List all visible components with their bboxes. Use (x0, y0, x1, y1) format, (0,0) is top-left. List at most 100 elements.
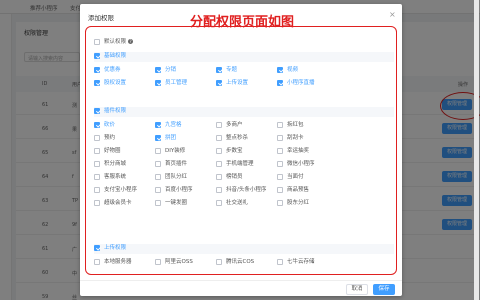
permission-item[interactable]: 客服系统 (94, 173, 154, 183)
permission-item[interactable]: 小程序直播 (277, 79, 337, 89)
cancel-button[interactable]: 取消 (346, 284, 368, 295)
checkbox[interactable] (216, 187, 222, 193)
permission-item[interactable]: 榜销员 (216, 173, 276, 183)
permission-item[interactable]: 幸运抽奖 (277, 147, 337, 157)
permission-item[interactable]: 手机端管理 (216, 160, 276, 170)
checkbox-label: 首页插件 (165, 161, 188, 167)
permission-item[interactable]: 七牛云存储 (277, 258, 337, 268)
section-upload-permissions[interactable]: 上传权限 (94, 244, 394, 254)
checkbox[interactable] (277, 148, 283, 154)
permission-item[interactable]: 九宫格 (155, 121, 215, 131)
checkbox[interactable] (94, 200, 100, 206)
permission-item[interactable]: 支付宝小程序 (94, 186, 154, 196)
checkbox[interactable] (94, 122, 100, 128)
footer-divider (80, 280, 402, 281)
checkbox[interactable] (216, 122, 222, 128)
checkbox[interactable] (216, 67, 222, 73)
checkbox[interactable] (216, 148, 222, 154)
checkbox[interactable] (94, 148, 100, 154)
permission-item[interactable]: 好物圈 (94, 147, 154, 157)
permission-item[interactable]: 砍价 (94, 121, 154, 131)
permission-item[interactable]: 员工管理 (155, 79, 215, 89)
page-scrollbar[interactable] (474, 0, 479, 300)
checkbox[interactable] (155, 135, 161, 141)
permission-item[interactable]: 股东分红 (277, 199, 337, 209)
checkbox[interactable] (216, 80, 222, 86)
checkbox[interactable] (155, 187, 161, 193)
permission-item[interactable]: 分销 (155, 66, 215, 76)
checkbox[interactable] (94, 108, 100, 114)
checkbox[interactable] (277, 174, 283, 180)
checkbox[interactable] (155, 200, 161, 206)
checkbox[interactable] (155, 148, 161, 154)
checkbox[interactable] (277, 67, 283, 73)
checkbox[interactable] (94, 67, 100, 73)
permission-item[interactable]: 当面付 (277, 173, 337, 183)
checkbox[interactable] (155, 122, 161, 128)
checkbox[interactable] (216, 135, 222, 141)
checkbox[interactable] (277, 80, 283, 86)
checkbox[interactable] (94, 161, 100, 167)
permission-item[interactable]: 拼团 (155, 134, 215, 144)
checkbox[interactable] (94, 245, 100, 251)
permission-item[interactable]: DIY装修 (155, 147, 215, 157)
checkbox[interactable] (94, 187, 100, 193)
permission-item[interactable]: 百度小程序 (155, 186, 215, 196)
checkbox[interactable] (216, 161, 222, 167)
checkbox[interactable] (155, 161, 161, 167)
checkbox[interactable] (155, 80, 161, 86)
checkbox[interactable] (155, 259, 161, 265)
checkbox-label: 刮刮卡 (287, 135, 304, 141)
permission-item[interactable]: 整点秒杀 (216, 134, 276, 144)
checkbox[interactable] (94, 259, 100, 265)
permission-item[interactable]: 拆红包 (277, 121, 337, 131)
permission-item[interactable]: 优惠券 (94, 66, 154, 76)
section-plugin-permissions[interactable]: 插件权限 (94, 107, 394, 117)
permission-item[interactable]: 抖音/头条小程序 (216, 186, 276, 196)
checkbox[interactable] (277, 122, 283, 128)
checkbox[interactable] (277, 161, 283, 167)
permission-item[interactable]: 视频 (277, 66, 337, 76)
permission-item[interactable]: 一键发圈 (155, 199, 215, 209)
permission-item[interactable]: 专题 (216, 66, 276, 76)
checkbox[interactable] (277, 259, 283, 265)
checkbox[interactable] (277, 135, 283, 141)
checkbox[interactable] (277, 200, 283, 206)
permission-item[interactable]: 首页插件 (155, 160, 215, 170)
permission-item[interactable]: 积分商城 (94, 160, 154, 170)
checkbox[interactable] (216, 174, 222, 180)
permission-item[interactable]: 团队分红 (155, 173, 215, 183)
checkbox-label: 专题 (226, 67, 238, 73)
checkbox[interactable] (155, 174, 161, 180)
checkbox[interactable] (277, 187, 283, 193)
checkbox[interactable] (94, 174, 100, 180)
checkbox[interactable] (216, 259, 222, 265)
checkbox[interactable] (155, 67, 161, 73)
checkbox-label: 上传设置 (226, 80, 249, 86)
permission-item[interactable]: 社交送礼 (216, 199, 276, 209)
checkbox[interactable] (216, 200, 222, 206)
save-button[interactable]: 保存 (373, 284, 395, 295)
permission-item[interactable]: 商品预售 (277, 186, 337, 196)
checkbox[interactable] (94, 135, 100, 141)
help-icon[interactable]: ? (128, 39, 134, 44)
close-icon[interactable]: × (389, 11, 396, 19)
permission-item[interactable]: 超级会员卡 (94, 199, 154, 209)
section-basic-permissions[interactable]: 基础权限 (94, 52, 394, 62)
permission-item[interactable]: 腾讯云COS (216, 258, 276, 268)
checkbox-label: 本地服务器 (104, 259, 132, 265)
permission-item[interactable]: 步数宝 (216, 147, 276, 157)
permission-item[interactable]: 本地服务器 (94, 258, 154, 268)
checkbox-label: 一键发圈 (165, 200, 188, 206)
permission-item[interactable]: 阿里云OSS (155, 258, 215, 268)
checkbox[interactable] (94, 39, 100, 45)
permission-item[interactable]: 上传设置 (216, 79, 276, 89)
permission-item[interactable]: 刮刮卡 (277, 134, 337, 144)
default-permission-row[interactable]: 默认权限? (94, 38, 394, 48)
permission-item[interactable]: 预约 (94, 134, 154, 144)
permission-item[interactable]: 股权设置 (94, 79, 154, 89)
checkbox[interactable] (94, 53, 100, 59)
checkbox[interactable] (94, 80, 100, 86)
permission-item[interactable]: 微信小程序 (277, 160, 337, 170)
permission-item[interactable]: 多商户 (216, 121, 276, 131)
